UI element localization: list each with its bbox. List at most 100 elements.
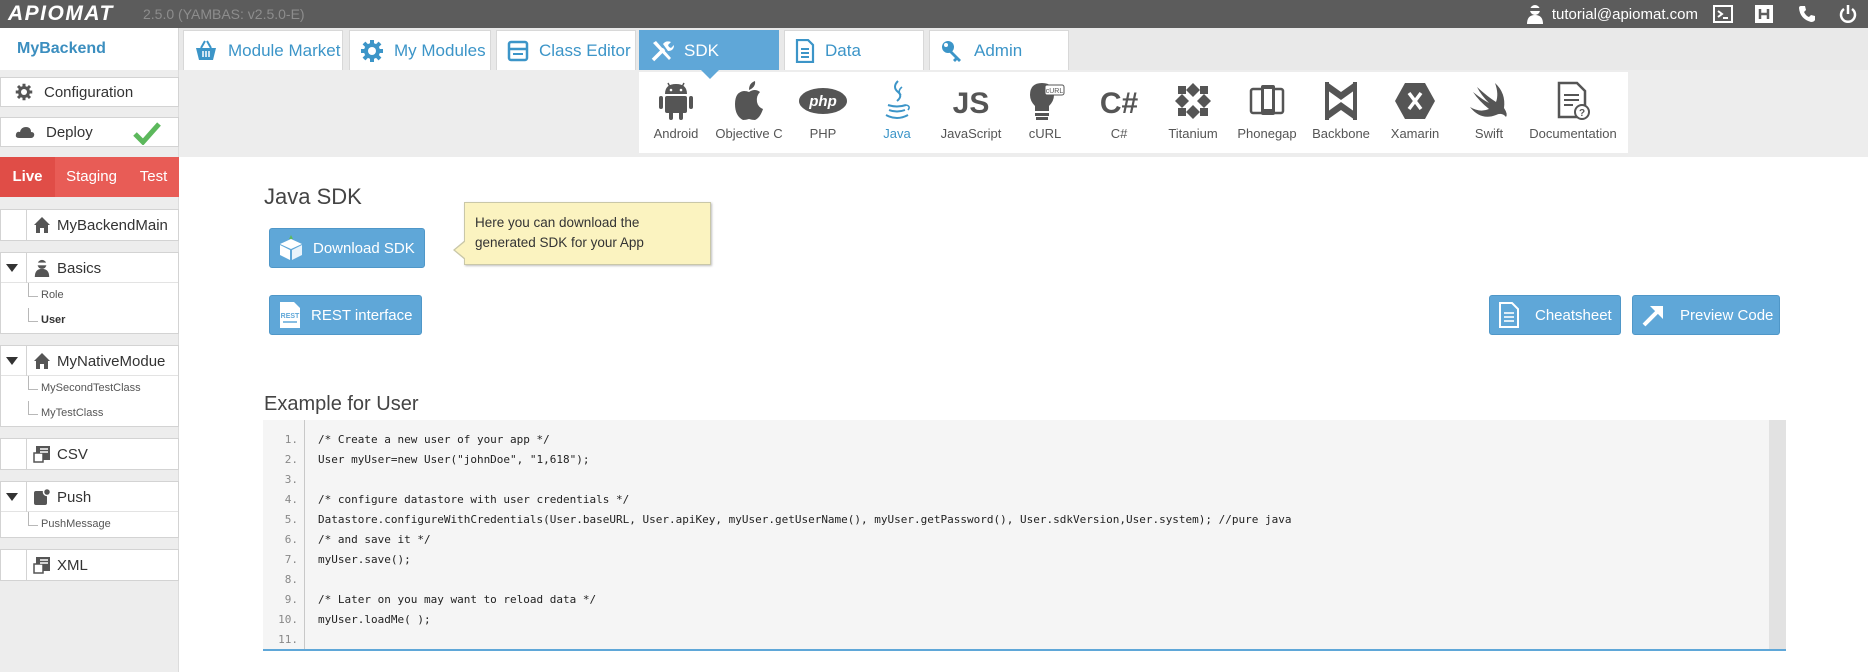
platform-documentation[interactable]: ? Documentation [1528, 78, 1618, 148]
module-csv[interactable]: CSV [0, 438, 179, 470]
code-scrollbar[interactable] [1769, 420, 1786, 649]
platform-label: Phonegap [1237, 126, 1297, 141]
tab-label: Admin [974, 40, 1023, 60]
class-item-pushmessage[interactable]: PushMessage [1, 512, 178, 537]
h-icon[interactable] [1752, 2, 1776, 26]
sidebar: Configuration Deploy Live Staging Test M… [0, 70, 179, 672]
gear-icon [361, 39, 383, 62]
code-line: 3. [284, 473, 298, 486]
rest-interface-label: REST interface [311, 306, 413, 324]
platform-java[interactable]: Java [860, 78, 934, 148]
collapse-toggle-icon[interactable] [6, 493, 18, 501]
key-icon [942, 40, 961, 62]
svg-text:C#: C# [1100, 87, 1139, 118]
env-live[interactable]: Live [0, 157, 55, 197]
document-icon [1499, 302, 1519, 328]
env-staging[interactable]: Staging [55, 157, 128, 197]
top-bar: APIOMAT 2.5.0 (YAMBAS: v2.5.0-E) tutoria… [0, 0, 1868, 28]
platform-curl[interactable]: cURL cURL [1008, 78, 1082, 148]
xamarin-icon [1395, 83, 1435, 119]
platform-label: Documentation [1529, 126, 1617, 141]
tab-label: My Modules [394, 40, 486, 60]
tab-admin[interactable]: Admin [929, 30, 1069, 70]
module-xml[interactable]: XML [0, 549, 179, 581]
main-navigation: MyBackend Module Market My Modules Class… [0, 28, 1868, 70]
window-icon [507, 40, 529, 61]
cheatsheet-button[interactable]: Cheatsheet [1489, 295, 1621, 335]
tab-module-market[interactable]: Module Market [183, 30, 343, 70]
platform-label: Java [883, 126, 911, 141]
rest-document-icon: REST [280, 302, 300, 328]
class-item-mytestclass[interactable]: MyTestClass [1, 401, 178, 426]
platform-xamarin[interactable]: Xamarin [1378, 78, 1452, 148]
class-item-user[interactable]: User [1, 308, 178, 333]
platform-phonegap[interactable]: Phonegap [1230, 78, 1304, 148]
sdk-tab-caret [701, 70, 719, 79]
code-example[interactable]: 1./* Create a new user of your app */ 2.… [263, 420, 1786, 651]
deploy-button[interactable]: Deploy [0, 117, 179, 147]
rest-interface-button[interactable]: REST REST interface [269, 295, 422, 335]
tab-label: Module Market [228, 40, 341, 60]
example-title: Example for User [264, 393, 419, 415]
platform-backbone[interactable]: Backbone [1304, 78, 1378, 148]
package-icon [280, 235, 302, 260]
svg-text:REST: REST [281, 313, 300, 320]
platform-php[interactable]: php PHP [786, 78, 860, 148]
tab-sdk[interactable]: SDK [639, 30, 779, 70]
module-label: Basics [57, 259, 102, 277]
terminal-icon[interactable] [1711, 2, 1735, 26]
phone-icon[interactable] [1795, 2, 1819, 26]
titanium-icon [1175, 83, 1211, 119]
platform-label: PHP [809, 126, 837, 141]
cheatsheet-label: Cheatsheet [1535, 306, 1612, 324]
apiomat-logo[interactable]: APIOMAT [8, 3, 114, 25]
env-test[interactable]: Test [128, 157, 179, 197]
basket-icon [196, 40, 216, 60]
power-icon[interactable] [1836, 2, 1860, 26]
module-mybackendmain[interactable]: MyBackendMain [0, 209, 179, 241]
platform-titanium[interactable]: Titanium [1156, 78, 1230, 148]
backend-name[interactable]: MyBackend [0, 28, 179, 70]
code-line: 10. myUser.loadMe( ); [278, 613, 431, 626]
tab-label: SDK [684, 40, 719, 60]
class-item-role[interactable]: Role [1, 283, 178, 308]
platform-swift[interactable]: Swift [1452, 78, 1526, 148]
backbone-icon [1325, 82, 1357, 120]
collapse-toggle-icon[interactable] [6, 357, 18, 365]
collapse-toggle-icon[interactable] [6, 264, 18, 272]
class-item-mysecondtestclass[interactable]: MySecondTestClass [1, 376, 178, 401]
module-header[interactable]: Push [1, 482, 178, 512]
tab-data[interactable]: Data [784, 30, 924, 70]
configuration-button[interactable]: Configuration [0, 77, 179, 107]
platform-label: JavaScript [940, 126, 1002, 141]
preview-code-button[interactable]: Preview Code [1632, 295, 1780, 335]
preview-code-label: Preview Code [1680, 306, 1774, 324]
platform-javascript[interactable]: JS JavaScript [934, 78, 1008, 148]
platform-label: cURL [1028, 126, 1062, 141]
tab-class-editor[interactable]: Class Editor [496, 30, 636, 70]
module-header[interactable]: Basics [1, 253, 178, 283]
xml-icon [33, 557, 50, 574]
environment-switch: Live Staging Test [0, 157, 179, 197]
module-label: CSV [57, 445, 88, 463]
tab-my-modules[interactable]: My Modules [349, 30, 491, 70]
code-line: 4./* configure datastore with user crede… [284, 493, 630, 506]
documentation-icon: ? [1557, 81, 1590, 120]
javascript-icon: JS [953, 87, 990, 118]
java-icon [885, 80, 910, 119]
platform-csharp[interactable]: C# C# [1082, 78, 1156, 148]
tab-label: Class Editor [539, 40, 631, 60]
code-line: 8. [284, 573, 298, 586]
user-email: tutorial@apiomat.com [1551, 5, 1698, 23]
platform-objective-c[interactable]: Objective C [712, 78, 786, 148]
module-header[interactable]: MyNativeModue [1, 346, 178, 376]
platform-android[interactable]: Android [639, 78, 713, 148]
user-menu[interactable]: tutorial@apiomat.com [1526, 0, 1698, 28]
code-line: 9./* Later on you may want to reload dat… [284, 593, 597, 606]
platform-label: Xamarin [1390, 126, 1440, 141]
user-icon [34, 259, 50, 277]
download-sdk-label: Download SDK [313, 239, 415, 257]
platform-label: Swift [1474, 126, 1504, 141]
download-sdk-button[interactable]: Download SDK [269, 228, 425, 268]
page-title: Java SDK [264, 184, 362, 209]
